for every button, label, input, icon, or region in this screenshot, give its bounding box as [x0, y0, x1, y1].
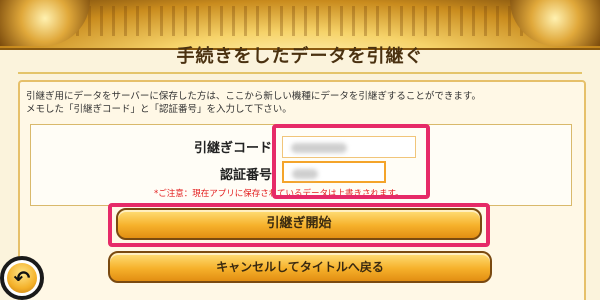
highlight-start-button [108, 203, 490, 247]
page-title: 手続きをしたデータを引継ぐ [176, 46, 424, 67]
highlight-input-fields [272, 124, 430, 199]
description-line-2: メモした「引継ぎコード」と「認証番号」を入力して下さい。 [26, 104, 292, 115]
title-divider [18, 72, 582, 74]
back-button[interactable]: ↶ [0, 256, 44, 300]
ornament-right [510, 0, 600, 46]
transfer-code-label: 引継ぎコード [193, 141, 272, 156]
auth-number-label: 認証番号 [219, 168, 272, 183]
description: 引継ぎ用にデータをサーバーに保存した方は、ここから新しい機種にデータを引継ぎする… [26, 90, 566, 116]
description-line-1: 引継ぎ用にデータをサーバーに保存した方は、ここから新しい機種にデータを引継ぎする… [26, 91, 481, 102]
ornament-left [0, 0, 90, 46]
transfer-screen: 手続きをしたデータを引継ぐ 引継ぎ用にデータをサーバーに保存した方は、ここから新… [0, 0, 600, 300]
back-arrow-icon: ↶ [7, 263, 37, 293]
cancel-return-title-button[interactable]: キャンセルしてタイトルへ戻る [108, 251, 492, 283]
